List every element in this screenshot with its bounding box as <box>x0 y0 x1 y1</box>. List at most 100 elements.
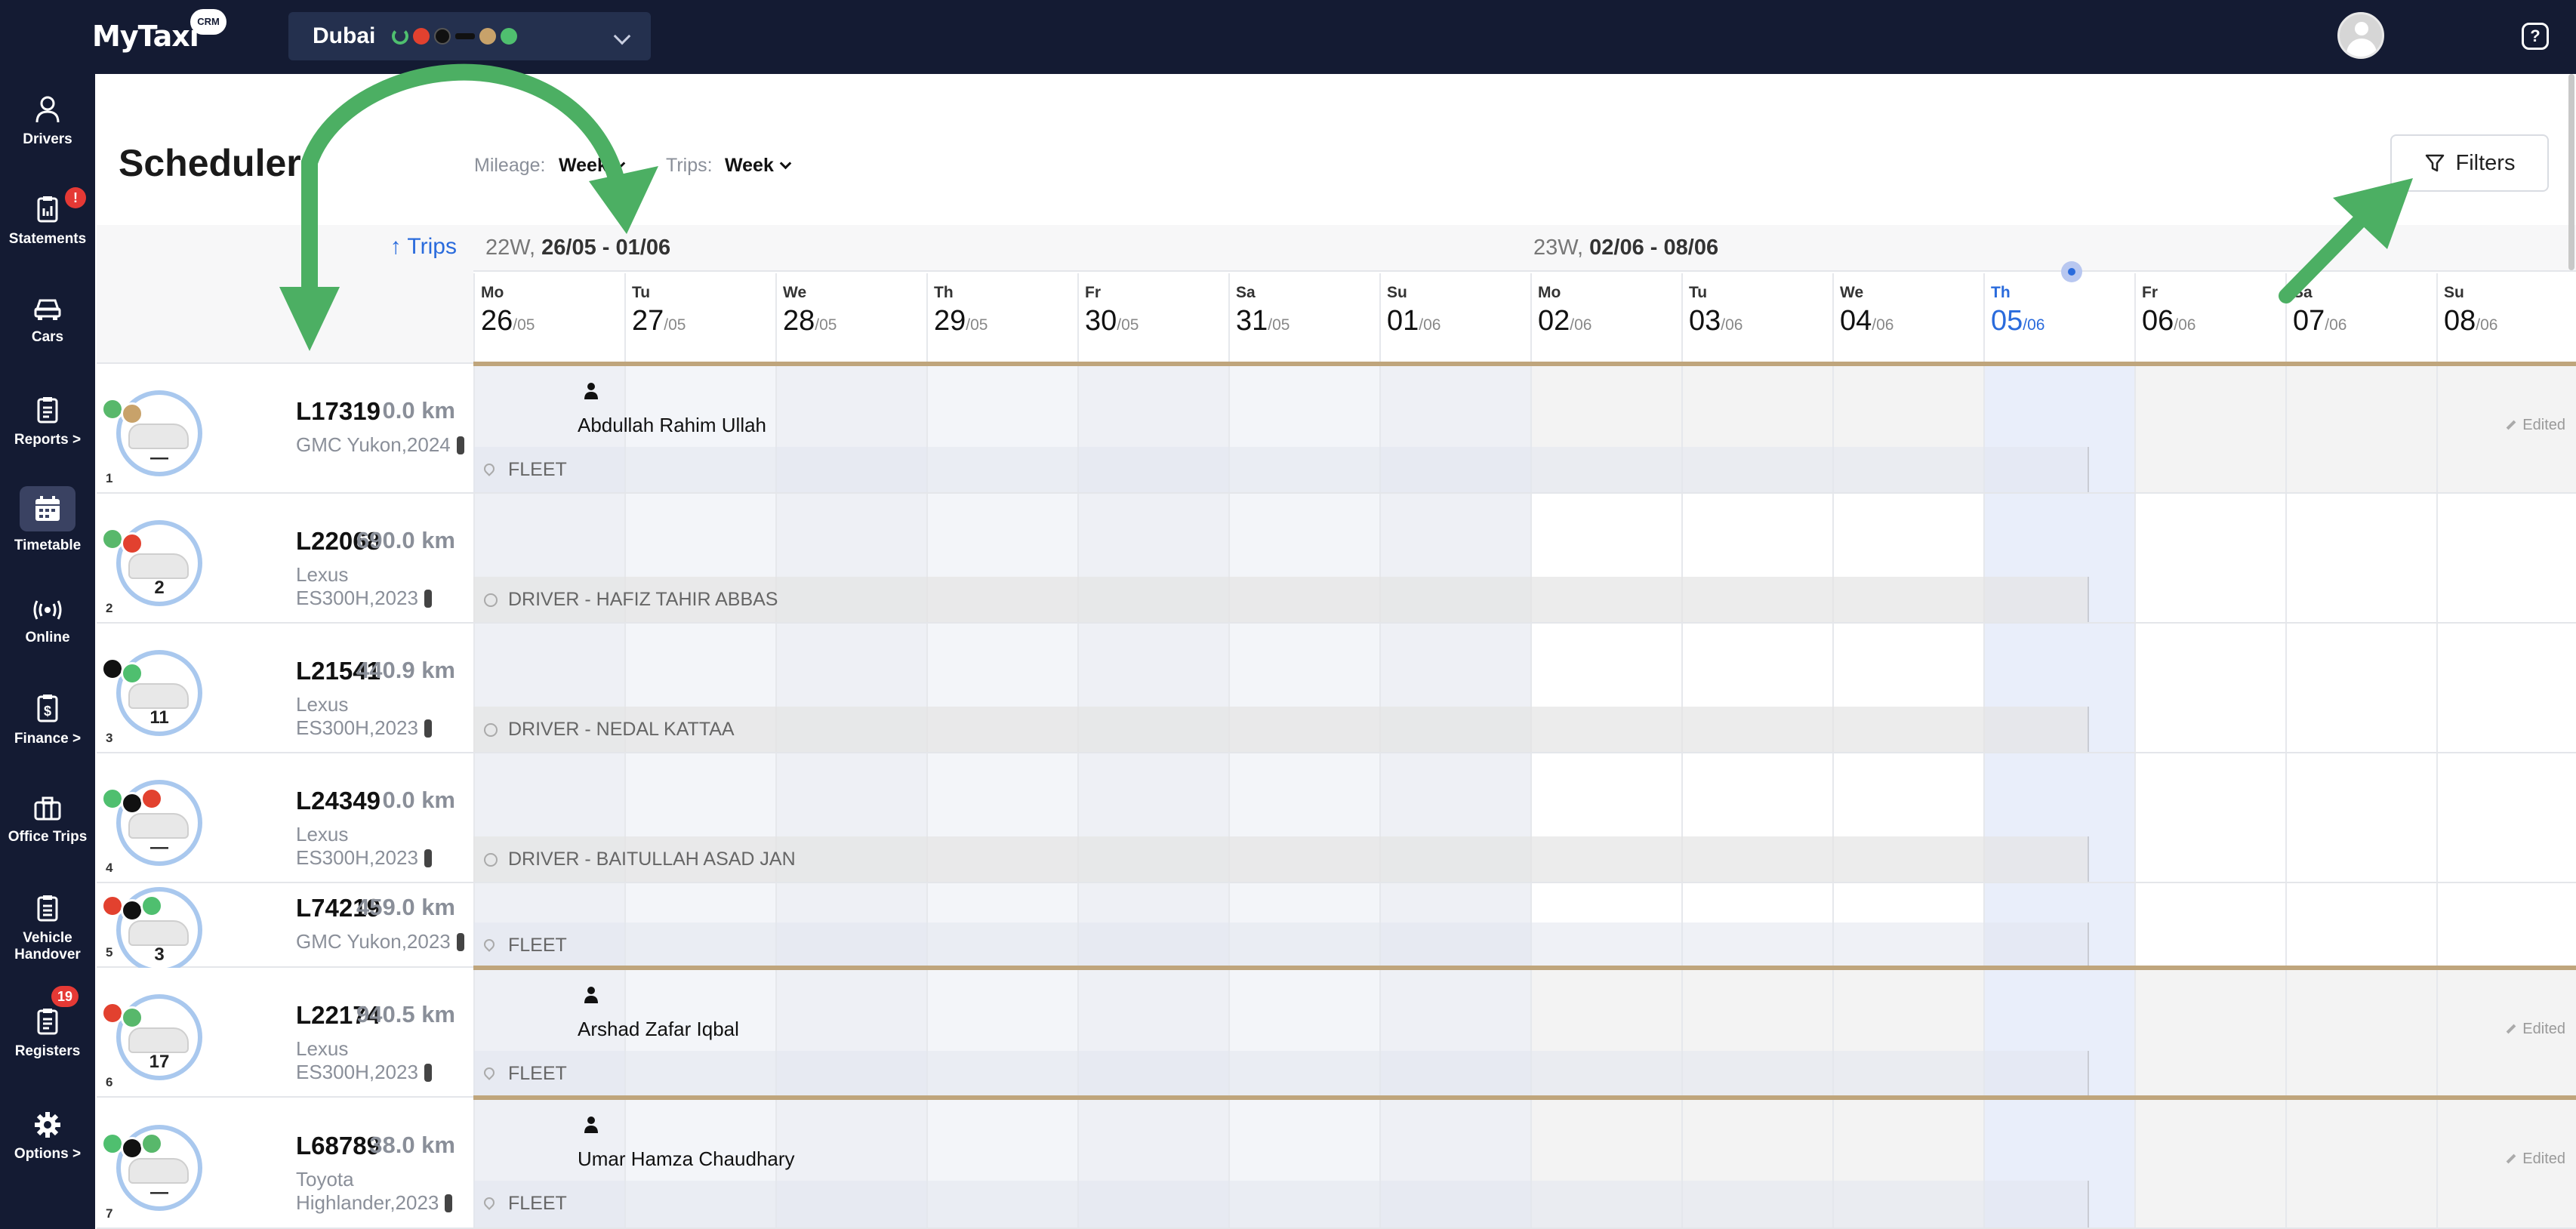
assignment-band[interactable] <box>473 923 2089 968</box>
assigned-driver-name[interactable]: Umar Hamza Chaudhary <box>578 1147 795 1171</box>
car-row[interactable]: — L17319 0.0 km GMC Yukon,2024 1 <box>97 364 473 494</box>
day-name: Th <box>1991 284 2011 301</box>
today-marker <box>2061 261 2082 282</box>
assignment-band[interactable] <box>473 1181 2089 1229</box>
sidebar-item-label: Drivers <box>23 131 72 147</box>
day-cell[interactable] <box>2134 883 2285 968</box>
car-row[interactable]: 3 L74219 459.0 km GMC Yukon,2023 5 <box>97 883 473 973</box>
schedule-lane[interactable]: FLEET Arshad Zafar Iqbal Edited <box>473 968 2576 1098</box>
sidebar-item-registers[interactable]: Registers 19 <box>0 986 95 1060</box>
assigned-driver-name[interactable]: Abdullah Rahim Ullah <box>578 414 766 437</box>
car-image <box>128 683 189 709</box>
briefcase-icon <box>34 796 61 821</box>
pencil-icon <box>2506 420 2516 430</box>
day-cell[interactable] <box>2285 624 2436 753</box>
app-logo[interactable]: MyTaxi <box>92 20 199 53</box>
schedule-lane[interactable]: DRIVER - HAFIZ TAHIR ABBAS <box>473 494 2576 624</box>
schedule-lane[interactable]: FLEET <box>473 883 2576 968</box>
sidebar-item-office-trips[interactable]: Office Trips <box>0 796 95 846</box>
trips-select[interactable]: Week <box>725 155 792 177</box>
child-seat-icon <box>456 436 464 454</box>
chevron-down-icon <box>613 157 626 170</box>
schedule-lane[interactable]: FLEET Abdullah Rahim Ullah Edited <box>473 364 2576 494</box>
day-cell[interactable] <box>2285 753 2436 883</box>
vertical-scrollbar[interactable] <box>2568 74 2574 270</box>
calendar-icon <box>35 496 60 521</box>
week-number: 22W, <box>485 236 536 260</box>
sidebar-item-finance[interactable]: $ Finance > <box>0 693 95 747</box>
day-cell[interactable] <box>2134 624 2285 753</box>
careem-icon <box>413 28 430 45</box>
band-label: DRIVER - BAITULLAH ASAD JAN <box>508 849 796 870</box>
sidebar-item-options[interactable]: Options > <box>0 1111 95 1163</box>
car-row[interactable]: — L24349 0.0 km Lexus ES300H,2023 4 <box>97 753 473 883</box>
person-icon <box>484 723 498 737</box>
user-avatar[interactable] <box>2337 12 2384 59</box>
day-cell[interactable] <box>2134 968 2285 1098</box>
sidebar-item-drivers[interactable]: Drivers <box>0 95 95 148</box>
trips-label: Trips: <box>666 155 713 176</box>
assignment-band[interactable] <box>473 447 2089 494</box>
car-plate[interactable]: L24349 <box>296 787 381 815</box>
yango-icon <box>434 28 451 45</box>
day-cell[interactable] <box>2285 1098 2436 1229</box>
city-select[interactable]: Dubai <box>288 12 651 60</box>
day-cell[interactable] <box>2436 494 2576 624</box>
day-header: Mo 02/06 <box>1530 273 1681 364</box>
help-icon[interactable]: ? <box>2522 23 2549 50</box>
svg-text:$: $ <box>44 704 51 719</box>
day-cell[interactable] <box>2436 883 2576 968</box>
car-row[interactable]: 2 L22068 690.0 km Lexus ES300H,2023 2 <box>97 494 473 624</box>
location-pin-icon <box>482 461 497 476</box>
register-icon <box>37 1009 58 1035</box>
day-month: /06 <box>1419 316 1441 334</box>
assignment-band[interactable] <box>473 1051 2089 1098</box>
day-cell[interactable] <box>2436 753 2576 883</box>
sidebar-item-cars[interactable]: Cars <box>0 296 95 346</box>
day-cell[interactable] <box>2134 364 2285 494</box>
day-cell[interactable] <box>2285 968 2436 1098</box>
mileage-select[interactable]: Week <box>559 155 626 177</box>
row-index: 2 <box>106 601 113 615</box>
sidebar-item-label: Options > <box>14 1146 82 1162</box>
day-cell[interactable] <box>2285 364 2436 494</box>
day-cell[interactable] <box>2436 624 2576 753</box>
day-cell[interactable] <box>2134 1098 2285 1229</box>
assigned-driver-name[interactable]: Arshad Zafar Iqbal <box>578 1018 739 1041</box>
car-row[interactable]: — L68789 38.0 km Toyota Highlander,2023 … <box>97 1098 473 1229</box>
schedule-lane[interactable]: FLEET Umar Hamza Chaudhary Edited <box>473 1098 2576 1229</box>
sidebar-item-reports[interactable]: Reports > <box>0 396 95 448</box>
car-plate[interactable]: L68789 <box>296 1132 381 1160</box>
assignment-start-line <box>473 1095 2576 1100</box>
day-name: Sa <box>1236 284 1256 301</box>
car-list-header: ↑ Trips <box>97 225 473 364</box>
week-range: 02/06 - 08/06 <box>1589 236 1719 260</box>
schedule-lane[interactable]: DRIVER - NEDAL KATTAA <box>473 624 2576 753</box>
car-row[interactable]: 11 L21541 440.9 km Lexus ES300H,2023 3 <box>97 624 473 753</box>
filters-button[interactable]: Filters <box>2390 134 2549 192</box>
day-cell[interactable] <box>2285 494 2436 624</box>
sort-by-trips-link[interactable]: ↑ Trips <box>390 234 457 260</box>
sidebar-item-statements[interactable]: Statements ! <box>0 187 95 248</box>
sidebar-item-online[interactable]: Online <box>0 598 95 646</box>
day-cell[interactable] <box>2134 494 2285 624</box>
day-cell[interactable] <box>2285 883 2436 968</box>
day-name: Fr <box>2142 284 2158 301</box>
location-pin-icon <box>482 937 497 952</box>
day-cell[interactable] <box>2134 753 2285 883</box>
car-plate[interactable]: L17319 <box>296 397 381 426</box>
provider-icon <box>101 1132 124 1155</box>
provider-icon <box>121 402 143 425</box>
day-header: Th 29/05 <box>926 273 1077 364</box>
sidebar-item-vehicle-handover[interactable]: Vehicle Handover <box>0 894 95 963</box>
day-header: Fr 30/05 <box>1077 273 1228 364</box>
sidebar-item-timetable[interactable]: Timetable <box>0 486 95 554</box>
day-name: We <box>1840 284 1864 301</box>
car-trip-count: 3 <box>154 944 165 965</box>
car-row[interactable]: 17 L22174 940.5 km Lexus ES300H,2023 6 <box>97 968 473 1098</box>
location-pin-icon <box>482 1195 497 1210</box>
sidebar-item-label: Reports > <box>14 432 82 448</box>
schedule-lane[interactable]: DRIVER - BAITULLAH ASAD JAN <box>473 753 2576 883</box>
day-date: 07 <box>2293 305 2325 337</box>
pencil-icon <box>2506 1024 2516 1034</box>
